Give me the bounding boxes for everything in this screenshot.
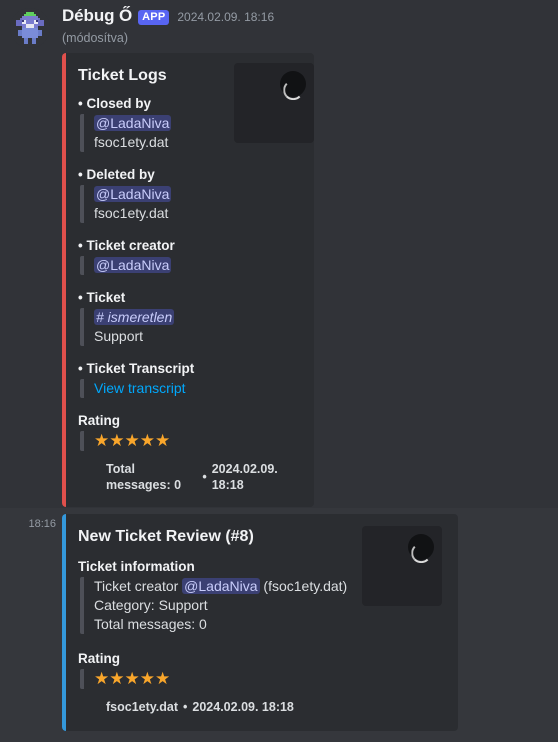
embed-field-rating: Rating ★★★★★ — [78, 650, 442, 689]
embed-field-name: Rating — [78, 651, 120, 666]
avatar[interactable] — [10, 8, 50, 48]
embed-field-name: • Ticket — [78, 289, 298, 307]
message-group-bot: Débug Ő APP 2024.02.09. 18:16 (módosítva… — [0, 0, 558, 507]
embed-footer-timestamp: 2024.02.09. 18:18 — [211, 462, 278, 492]
ticket-creator-handle: (fsoc1ety.dat) — [259, 578, 348, 594]
embed-footer: fsoc1ety.dat • 2024.02.09. 18:18 — [78, 699, 442, 715]
embed-field-name: • Ticket Transcript — [78, 360, 298, 378]
user-mention[interactable]: @LadaNiva — [94, 186, 172, 202]
message-author[interactable]: Débug Ő — [62, 6, 132, 26]
image-loading-spinner-icon — [408, 534, 434, 560]
embed-field-line: # ismeretlen — [94, 308, 298, 327]
embed-field-line: @LadaNiva — [94, 185, 298, 204]
embed-field: • Deleted by @LadaNiva fsoc1ety.dat — [78, 166, 298, 223]
embed-field-value: ★★★★★ — [80, 431, 298, 451]
embed-body: Ticket Logs • Closed by @LadaNiva fsoc1e… — [62, 53, 314, 507]
message-group-review[interactable]: 18:16 New Ticket Review (#8) Ticket info… — [0, 508, 558, 742]
embed-footer-timestamp: 2024.02.09. 18:18 — [192, 700, 294, 714]
embed-field-name-text: Ticket — [86, 290, 126, 305]
embed-field-value: @LadaNiva fsoc1ety.dat — [80, 185, 298, 223]
embed-field-rating: Rating ★★★★★ — [78, 412, 298, 451]
embed-footer-text: Total messages: 0 — [106, 462, 182, 492]
edited-label: (módosítva) — [62, 31, 128, 45]
embed-field-value: @LadaNiva — [80, 256, 298, 275]
embed-field: • Ticket Transcript View transcript — [78, 360, 298, 398]
embed-field-name-text: Rating — [78, 413, 120, 428]
chat-message-list: Débug Ő APP 2024.02.09. 18:16 (módosítva… — [0, 0, 558, 742]
embed-thumbnail[interactable] — [362, 526, 442, 606]
user-mention[interactable]: @LadaNiva — [94, 257, 172, 273]
message-timestamp: 2024.02.09. 18:16 — [177, 10, 275, 24]
rating-stars: ★★★★★ — [94, 669, 171, 688]
embed-field-value: # ismeretlen Support — [80, 308, 298, 346]
embed-footer-text: fsoc1ety.dat — [106, 700, 179, 714]
rating-stars: ★★★★★ — [94, 431, 171, 450]
view-transcript-link[interactable]: View transcript — [94, 380, 186, 396]
embed-footer: Total messages: 0 • 2024.02.09. 18:18 — [78, 461, 298, 493]
embed-field: • Ticket # ismeretlen Support — [78, 289, 298, 346]
embed-thumbnail[interactable] — [234, 63, 314, 143]
embed-field-name: Rating — [78, 412, 298, 430]
app-badge: APP — [138, 10, 170, 25]
embed-ticket-logs: Ticket Logs • Closed by @LadaNiva fsoc1e… — [62, 53, 314, 507]
bullet-marker: • — [78, 238, 83, 253]
ticket-creator-label: Ticket creator — [94, 578, 183, 594]
embed-footer-separator: • — [183, 700, 188, 714]
embed-field-name-text: Deleted by — [86, 167, 155, 182]
embed-field-value: View transcript — [80, 379, 298, 398]
embed-field-value: ★★★★★ — [80, 669, 442, 689]
embed-field-name-text: Ticket Transcript — [86, 361, 195, 376]
channel-mention[interactable]: # ismeretlen — [94, 309, 175, 325]
embed-field-line: @LadaNiva — [94, 256, 298, 275]
bullet-marker: • — [78, 96, 83, 111]
message-header: Débug Ő APP 2024.02.09. 18:16 — [62, 6, 558, 28]
embed-footer-separator: • — [202, 470, 207, 484]
embed-field-line: Support — [94, 328, 144, 344]
bullet-marker: • — [78, 290, 83, 305]
embed-field-line: fsoc1ety.dat — [94, 205, 169, 221]
embed-field-name: • Ticket creator — [78, 237, 298, 255]
embed-body: New Ticket Review (#8) Ticket informatio… — [62, 514, 458, 731]
user-mention[interactable]: @LadaNiva — [182, 578, 260, 594]
bullet-marker: • — [78, 167, 83, 182]
bullet-marker: • — [78, 361, 83, 376]
message-gutter-timestamp: 18:16 — [28, 518, 56, 530]
user-mention[interactable]: @LadaNiva — [94, 115, 172, 131]
embed-new-ticket-review: New Ticket Review (#8) Ticket informatio… — [62, 514, 458, 731]
embed-field-name: • Deleted by — [78, 166, 298, 184]
embed-field-name-text: Ticket creator — [86, 238, 175, 253]
embed-field-line: Total messages: 0 — [94, 616, 207, 632]
embed-field-name-text: Closed by — [86, 96, 152, 111]
image-loading-spinner-icon — [280, 71, 306, 97]
embed-field-line: View transcript — [94, 379, 298, 398]
embed-field: • Ticket creator @LadaNiva — [78, 237, 298, 275]
bot-avatar-icon — [10, 8, 50, 48]
